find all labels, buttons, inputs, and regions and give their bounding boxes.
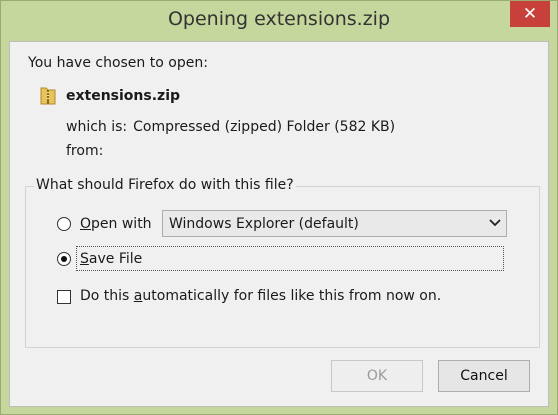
- application-select-value: Windows Explorer (default): [169, 216, 359, 232]
- chevron-down-icon: [489, 219, 501, 227]
- file-type-row: which is: Compressed (zipped) Folder (582…: [66, 119, 401, 135]
- title-bar[interactable]: Opening extensions.zip ✕: [1, 1, 557, 41]
- intro-text: You have chosen to open:: [28, 55, 208, 71]
- auto-action-label-post: utomatically for files like this from no…: [142, 288, 442, 304]
- groupbox-legend: What should Firefox do with this file?: [34, 177, 296, 193]
- open-with-label-text: pen with: [91, 216, 152, 232]
- application-select[interactable]: Windows Explorer (default): [162, 210, 507, 237]
- open-with-label[interactable]: Open with: [80, 216, 152, 232]
- file-name: extensions.zip: [66, 88, 181, 104]
- save-file-radio[interactable]: [57, 252, 71, 266]
- open-with-radio[interactable]: [57, 217, 71, 231]
- file-type-text: Compressed (zipped) Folder (582 KB): [133, 119, 396, 135]
- auto-action-checkbox[interactable]: [57, 290, 71, 304]
- which-is-label: which is:: [66, 119, 128, 135]
- folder-zip-icon: [40, 87, 56, 105]
- auto-action-label-pre: Do this: [80, 288, 134, 304]
- save-file-mnemonic: S: [80, 251, 89, 267]
- open-with-mnemonic: O: [80, 216, 92, 232]
- cancel-button[interactable]: Cancel: [438, 360, 530, 392]
- from-label: from:: [66, 143, 104, 159]
- window-title: Opening extensions.zip: [167, 8, 391, 30]
- dialog-body: You have chosen to open: extensions.zip …: [9, 41, 549, 407]
- dialog-window: Opening extensions.zip ✕ You have chosen…: [0, 0, 558, 415]
- close-button[interactable]: ✕: [510, 1, 550, 27]
- save-file-label[interactable]: Save File: [80, 251, 142, 267]
- ok-button[interactable]: OK: [331, 360, 423, 392]
- save-file-label-text: ave File: [88, 251, 143, 267]
- auto-action-label[interactable]: Do this automatically for files like thi…: [80, 288, 441, 304]
- close-icon: ✕: [522, 3, 538, 24]
